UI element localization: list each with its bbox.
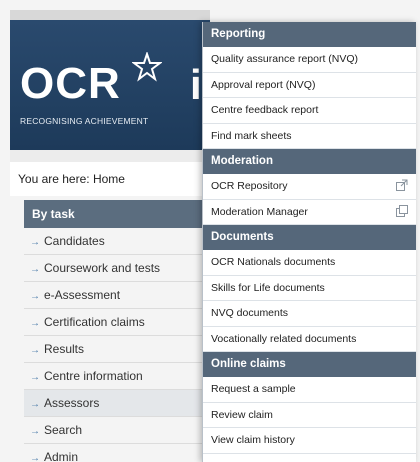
nav-item-admin[interactable]: → Admin: [24, 444, 202, 462]
menu-item-view-claim-history[interactable]: View claim history: [203, 428, 416, 454]
arrow-icon: →: [30, 453, 40, 462]
nav-item-centre-information[interactable]: → Centre information: [24, 363, 202, 390]
menu-item-label: Moderation Manager: [211, 205, 308, 218]
arrow-icon: →: [30, 426, 40, 437]
menu-item-skills-for-life-documents[interactable]: Skills for Life documents: [203, 275, 416, 301]
arrow-icon: →: [30, 372, 40, 383]
nav-item-label: Results: [44, 342, 85, 356]
arrow-icon: →: [30, 399, 40, 410]
menu-item-request-a-sample[interactable]: Request a sample: [203, 377, 416, 403]
task-nav: By task → Candidates → Coursework and test…: [24, 200, 202, 462]
nav-item-coursework[interactable]: → Coursework and tests: [24, 255, 202, 282]
menu-item-label: OCR Repository: [211, 180, 288, 192]
nav-item-results[interactable]: → Results: [24, 336, 202, 363]
arrow-icon: →: [30, 237, 40, 248]
logo-tagline: RECOGNISING ACHIEVEMENT: [20, 116, 149, 126]
nav-item-label: Coursework and tests: [44, 261, 161, 275]
menu-item-quality-assurance-report[interactable]: Quality assurance report (NVQ): [203, 47, 416, 73]
breadcrumb: You are here: Home: [10, 162, 210, 196]
site-banner: OCR in RECOGNISING ACHIEVEMENT: [10, 20, 210, 150]
banner-gap: [10, 150, 210, 162]
nav-item-label: Admin: [44, 450, 79, 462]
external-link-icon: [396, 179, 408, 191]
nav-item-e-assessment[interactable]: → e-Assessment: [24, 282, 202, 309]
nav-item-label: Candidates: [44, 234, 105, 248]
menu-item-ocr-nationals-documents[interactable]: OCR Nationals documents: [203, 250, 416, 276]
top-strip: [10, 10, 210, 20]
nav-item-certification[interactable]: → Certification claims: [24, 309, 202, 336]
task-nav-heading: By task: [24, 200, 202, 228]
menu-section-documents: Documents: [203, 225, 416, 250]
nav-item-assessors[interactable]: → Assessors: [24, 390, 202, 417]
arrow-icon: →: [30, 345, 40, 356]
nav-item-candidates[interactable]: → Candidates: [24, 228, 202, 255]
dropdown-menu: Reporting Quality assurance report (NVQ)…: [202, 22, 416, 462]
menu-item-approval-report[interactable]: Approval report (NVQ): [203, 72, 416, 98]
external-link-icon: [396, 204, 408, 217]
nav-item-search[interactable]: → Search: [24, 417, 202, 444]
arrow-icon: →: [30, 264, 40, 275]
ocr-logo[interactable]: OCR: [20, 62, 121, 106]
star-logo-icon: [132, 52, 162, 82]
menu-item-find-mark-sheets[interactable]: Find mark sheets: [203, 123, 416, 149]
nav-item-label: Certification claims: [44, 315, 145, 329]
menu-section-online-claims: Online claims: [203, 352, 416, 377]
menu-item-ocr-repository[interactable]: OCR Repository: [203, 174, 416, 200]
arrow-icon: →: [30, 291, 40, 302]
menu-item-centre-feedback-report[interactable]: Centre feedback report: [203, 98, 416, 124]
nav-item-label: Centre information: [44, 369, 143, 383]
menu-item-review-claim[interactable]: Review claim: [203, 402, 416, 428]
menu-item-moderation-manager[interactable]: Moderation Manager: [203, 199, 416, 225]
arrow-icon: →: [30, 318, 40, 329]
menu-section-reporting: Reporting: [203, 22, 416, 47]
nav-item-label: Assessors: [44, 396, 100, 410]
nav-item-label: e-Assessment: [44, 288, 121, 302]
nav-item-label: Search: [44, 423, 83, 437]
menu-item-nvq-documents[interactable]: NVQ documents: [203, 301, 416, 327]
menu-section-moderation: Moderation: [203, 149, 416, 174]
menu-item-vocationally-related-documents[interactable]: Vocationally related documents: [203, 326, 416, 352]
